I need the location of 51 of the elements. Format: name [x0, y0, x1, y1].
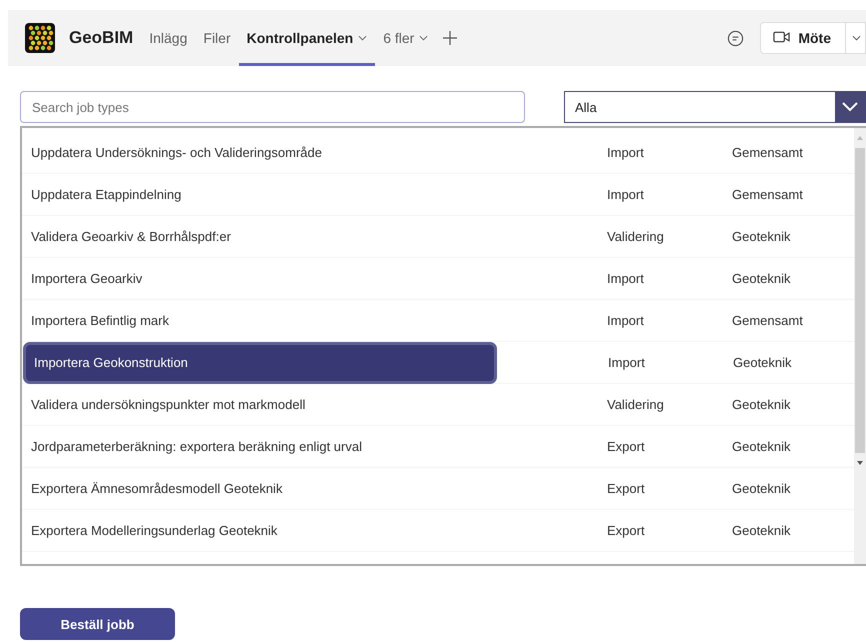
job-type-category: Geoteknik: [732, 229, 792, 244]
job-type-name[interactable]: Importera Befintlig mark: [22, 313, 607, 328]
job-type-name[interactable]: Uppdatera Etappindelning: [22, 187, 607, 202]
job-type-category: Geoteknik: [732, 271, 792, 286]
scrollbar[interactable]: [854, 128, 866, 564]
job-type-category: Gemensamt: [732, 313, 804, 328]
job-type-type: Import: [607, 271, 645, 286]
job-type-type: Import: [607, 313, 645, 328]
meeting-dropdown-button[interactable]: [846, 22, 866, 54]
job-type-category: Geoteknik: [732, 439, 792, 454]
job-type-type: Export: [607, 523, 646, 538]
tab[interactable]: 6 fler: [375, 10, 436, 66]
app-name: GeoBIM: [69, 28, 134, 48]
add-tab-icon[interactable]: [442, 30, 458, 46]
chat-icon[interactable]: [727, 30, 744, 46]
job-type-name[interactable]: Importera Geoarkiv: [22, 271, 607, 286]
filter-dropdown[interactable]: Alla: [564, 91, 866, 123]
job-type-category: Geoteknik: [732, 523, 792, 538]
job-type-type: Validering: [607, 397, 665, 412]
job-type-name[interactable]: Exportera Ämnesområdesmodell Geoteknik: [22, 481, 607, 496]
job-type-category: Geoteknik: [732, 397, 792, 412]
scrollbar-thumb[interactable]: [855, 148, 865, 453]
job-type-name[interactable]: Jordparameterberäkning: exportera beräkning enligt urval: [22, 439, 607, 454]
job-type-name[interactable]: Importera Geokonstruktion: [23, 342, 497, 384]
job-type-name[interactable]: Validera undersökningspunkter mot markmodell: [22, 397, 607, 412]
job-type-type: Import: [608, 355, 646, 370]
job-type-category: Gemensamt: [732, 145, 804, 160]
tab[interactable]: Inlägg: [141, 10, 196, 66]
job-type-name[interactable]: Uppdatera Undersöknings- och Valideringsområde: [22, 145, 607, 160]
job-type-type: Export: [607, 439, 646, 454]
job-type-category: Geoteknik: [733, 355, 793, 370]
job-type-name[interactable]: Exportera Modelleringsunderlag Geoteknik: [22, 523, 607, 538]
meeting-button[interactable]: Möte: [760, 22, 846, 54]
chevron-down-icon: [852, 35, 861, 41]
job-type-name[interactable]: Validera Geoarkiv & Borrhålspdf:er: [22, 229, 607, 244]
chevron-icon: [419, 35, 428, 41]
search-field[interactable]: Search job types: [20, 91, 525, 123]
scroll-down-icon[interactable]: [857, 461, 863, 465]
job-type-category: Gemensamt: [732, 187, 804, 202]
job-type-type: Validering: [607, 229, 665, 244]
order-job-button[interactable]: Beställ jobb: [20, 608, 175, 640]
chevron-icon: [358, 35, 368, 41]
scroll-up-icon[interactable]: [857, 136, 863, 140]
job-type-category: Geoteknik: [732, 481, 792, 496]
tab[interactable]: Filer: [195, 10, 239, 66]
job-type-type: Import: [607, 145, 645, 160]
chevron-down-icon: [842, 102, 858, 112]
app-logo-icon: [25, 23, 55, 53]
job-type-type: Import: [607, 187, 645, 202]
tab[interactable]: Kontrollpanelen: [238, 10, 376, 66]
job-type-type: Export: [607, 481, 646, 496]
